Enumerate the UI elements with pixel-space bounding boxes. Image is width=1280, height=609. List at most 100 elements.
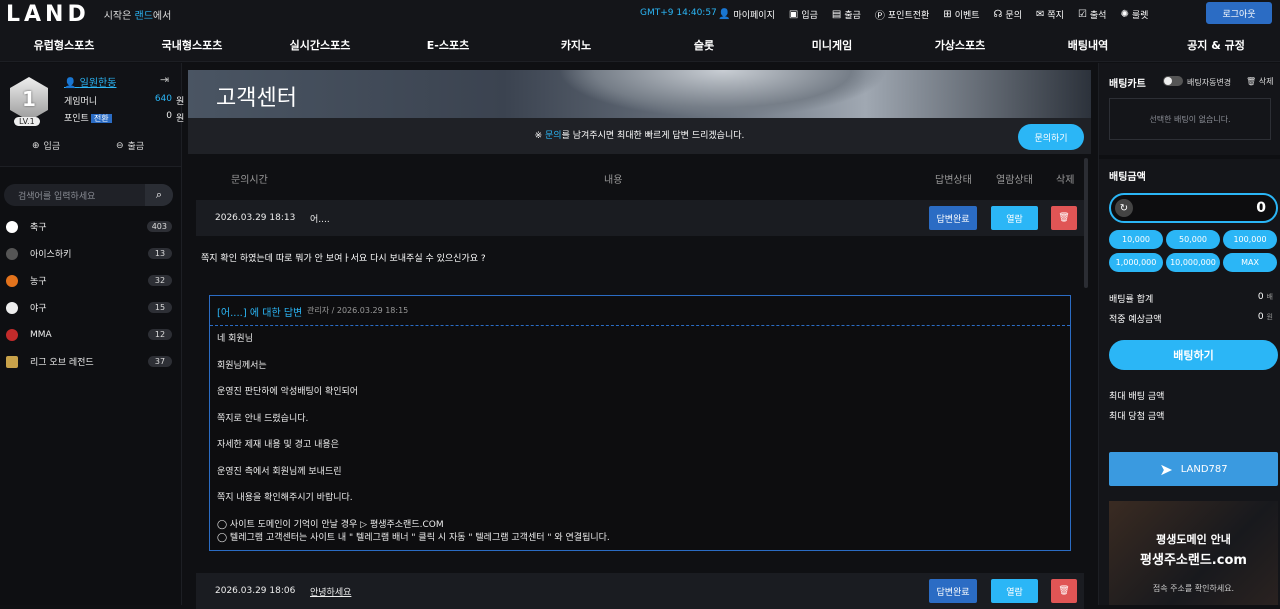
amount-chips: 10,000 50,000 100,000 1,000,000 10,000,0… <box>1109 230 1279 272</box>
nav-domestic-sports[interactable]: 국내형스포츠 <box>128 37 256 53</box>
nav-live-sports[interactable]: 실시간스포츠 <box>256 37 384 53</box>
username[interactable]: 👤 일원한동 <box>64 74 116 89</box>
trash-icon: 🗑 <box>1058 586 1070 596</box>
logo[interactable]: LAND <box>6 2 90 27</box>
nav-minigame[interactable]: 미니게임 <box>768 37 896 53</box>
notice-pre: ※ <box>534 131 546 141</box>
row-subject[interactable]: 어.... <box>310 212 330 225</box>
view-button[interactable]: 열람 <box>991 206 1038 230</box>
withdraw-link[interactable]: ⊖ 출금 <box>116 139 145 153</box>
bet-slip: 배팅카트 배팅자동변경 🗑 삭제 선택한 배팅이 없습니다. 배팅금액 ↻ 0 … <box>1098 63 1280 605</box>
odds-label: 배팅률 합계 <box>1109 295 1154 305</box>
ask-button[interactable]: 문의하기 <box>1018 124 1084 150</box>
menu-mypage[interactable]: 👤 마이페이지 <box>718 8 775 21</box>
expected-unit: 원 <box>1266 313 1273 321</box>
nav-esports[interactable]: E-스포츠 <box>384 37 512 53</box>
basketball-icon <box>6 274 18 287</box>
sport-item-mma[interactable]: MMA 12 <box>0 321 182 348</box>
baseball-icon <box>6 301 18 314</box>
chip-button[interactable]: 10,000,000 <box>1166 253 1220 272</box>
nav-bet-history[interactable]: 배팅내역 <box>1024 37 1152 53</box>
reply-line: 운영진 판단하에 악성배팅이 확인되어 <box>217 387 359 397</box>
nav-casino[interactable]: 카지노 <box>512 37 640 53</box>
menu-point-convert[interactable]: Ⓟ 포인트전환 <box>875 7 929 22</box>
tagline-pre: 시작은 <box>103 10 135 22</box>
nav-european-sports[interactable]: 유럽형스포츠 <box>0 37 128 53</box>
answer-status-badge: 답변완료 <box>929 579 977 603</box>
empty-betslip: 선택한 배팅이 없습니다. <box>1109 98 1271 140</box>
amount-value: 0 <box>1256 200 1266 216</box>
amount-input[interactable]: ↻ 0 <box>1109 193 1278 223</box>
max-chip-button[interactable]: MAX <box>1223 253 1277 272</box>
col-time: 문의시간 <box>231 175 268 186</box>
view-button[interactable]: 열람 <box>991 579 1038 603</box>
col-delete: 삭제 <box>1056 175 1075 186</box>
delete-button[interactable]: 🗑 <box>1051 206 1077 230</box>
promo-line1: 평생도메인 안내 <box>1156 533 1231 546</box>
menu-label: 입금 <box>801 10 818 21</box>
reply-body: 네 회원님 회원님께서는 운영진 판단하에 악성배팅이 확인되어 쪽지로 안내 … <box>210 326 1070 554</box>
divider <box>1099 155 1280 159</box>
menu-deposit[interactable]: ▣ 입금 <box>789 8 818 21</box>
scrollbar[interactable] <box>1084 158 1088 288</box>
clear-label: 삭제 <box>1258 77 1274 86</box>
menu-message[interactable]: ✉ 쪽지 <box>1036 8 1064 21</box>
chip-button[interactable]: 50,000 <box>1166 230 1220 249</box>
clear-button[interactable]: 🗑 삭제 <box>1246 76 1273 87</box>
reply-title: [어....] 에 대한 답변 <box>217 308 303 319</box>
telegram-icon: ➤ <box>1159 459 1173 479</box>
table-header: 문의시간 내용 답변상태 열람상태 삭제 <box>188 166 1091 188</box>
left-sidebar: 1 LV.1 👤 일원한동 ⇥ 게임머니 640 원 포인트 전환 0 원 ⊕ 입금 ⊖ 출금… <box>0 63 184 605</box>
chip-button[interactable]: 1,000,000 <box>1109 253 1163 272</box>
table-row[interactable]: 2026.03.29 18:06 안녕하세요 답변완료 열람 🗑 <box>196 573 1084 609</box>
deposit-link[interactable]: ⊕ 입금 <box>32 139 60 153</box>
wallet-icon: ▣ <box>788 8 799 20</box>
main-nav: 유럽형스포츠 국내형스포츠 실시간스포츠 E-스포츠 카지노 슬롯 미니게임 가… <box>0 28 1280 62</box>
point-convert-badge[interactable]: 전환 <box>90 114 112 123</box>
menu-roulette[interactable]: ✺ 룰렛 <box>1120 8 1148 21</box>
answer-status-badge: 답변완료 <box>929 206 977 230</box>
auto-change-toggle[interactable] <box>1163 76 1183 86</box>
reply-line: 자세한 제재 내용 및 경고 내용은 <box>217 440 339 450</box>
level-label: LV.1 <box>14 117 40 126</box>
delete-button[interactable]: 🗑 <box>1051 579 1077 603</box>
row-subject[interactable]: 안녕하세요 <box>310 585 351 598</box>
chip-button[interactable]: 10,000 <box>1109 230 1163 249</box>
notice-post: 를 남겨주시면 최대한 빠르게 답변 드리겠습니다. <box>561 131 745 141</box>
reset-icon[interactable]: ↻ <box>1115 199 1133 217</box>
point-value: 0 <box>166 111 172 121</box>
search-icon: ⌕ <box>155 188 163 201</box>
sport-item-lol[interactable]: 리그 오브 레전드 37 <box>0 348 182 375</box>
chip-button[interactable]: 100,000 <box>1223 230 1277 249</box>
telegram-banner[interactable]: ➤ LAND787 <box>1109 452 1278 486</box>
main-content: 고객센터 ※ 문의를 남겨주시면 최대한 빠르게 답변 드리겠습니다. 문의하기… <box>188 70 1091 609</box>
withdraw-label: 출금 <box>127 142 145 152</box>
trash-icon: 🗑 <box>1246 77 1259 86</box>
sport-item-baseball[interactable]: 야구 15 <box>0 294 182 321</box>
sport-item-soccer[interactable]: 축구 403 <box>0 213 182 240</box>
row-date: 2026.03.29 18:06 <box>215 586 296 596</box>
domain-promo-banner[interactable]: 평생도메인 안내 평생주소랜드.com 접속 주소를 확인하세요. <box>1109 501 1278 605</box>
logout-button[interactable]: 로그아웃 <box>1206 2 1272 24</box>
sport-name: 야구 <box>30 304 47 314</box>
menu-withdraw[interactable]: ▤ 출금 <box>832 8 861 21</box>
menu-event[interactable]: ⊞ 이벤트 <box>943 8 979 21</box>
nav-virtual-sports[interactable]: 가상스포츠 <box>896 37 1024 53</box>
search-button[interactable]: ⌕ <box>145 184 173 206</box>
roulette-icon: ✺ <box>1120 8 1129 20</box>
menu-attendance[interactable]: ☑ 출석 <box>1078 8 1107 21</box>
logout-icon[interactable]: ⇥ <box>160 73 169 86</box>
table-row[interactable]: 2026.03.29 18:13 어.... 답변완료 열람 🗑 <box>196 200 1084 236</box>
reply-line: 회원님께서는 <box>217 360 267 371</box>
menu-inquiry[interactable]: ☊ 문의 <box>994 8 1022 21</box>
bet-button[interactable]: 배팅하기 <box>1109 340 1278 370</box>
nav-notice-rules[interactable]: 공지 & 규정 <box>1152 37 1280 53</box>
sport-item-basketball[interactable]: 농구 32 <box>0 267 182 294</box>
menu-label: 마이페이지 <box>733 10 775 21</box>
search-input[interactable]: 검색어를 입력하세요 <box>18 189 145 202</box>
sport-count: 15 <box>148 302 172 313</box>
sport-item-icehockey[interactable]: 아이스하키 13 <box>0 240 182 267</box>
point-icon: Ⓟ <box>874 10 885 22</box>
nav-slot[interactable]: 슬롯 <box>640 37 768 53</box>
sports-list: 축구 403 아이스하키 13 농구 32 야구 15 MMA 12 리그 오브 레전드 3… <box>0 213 182 375</box>
